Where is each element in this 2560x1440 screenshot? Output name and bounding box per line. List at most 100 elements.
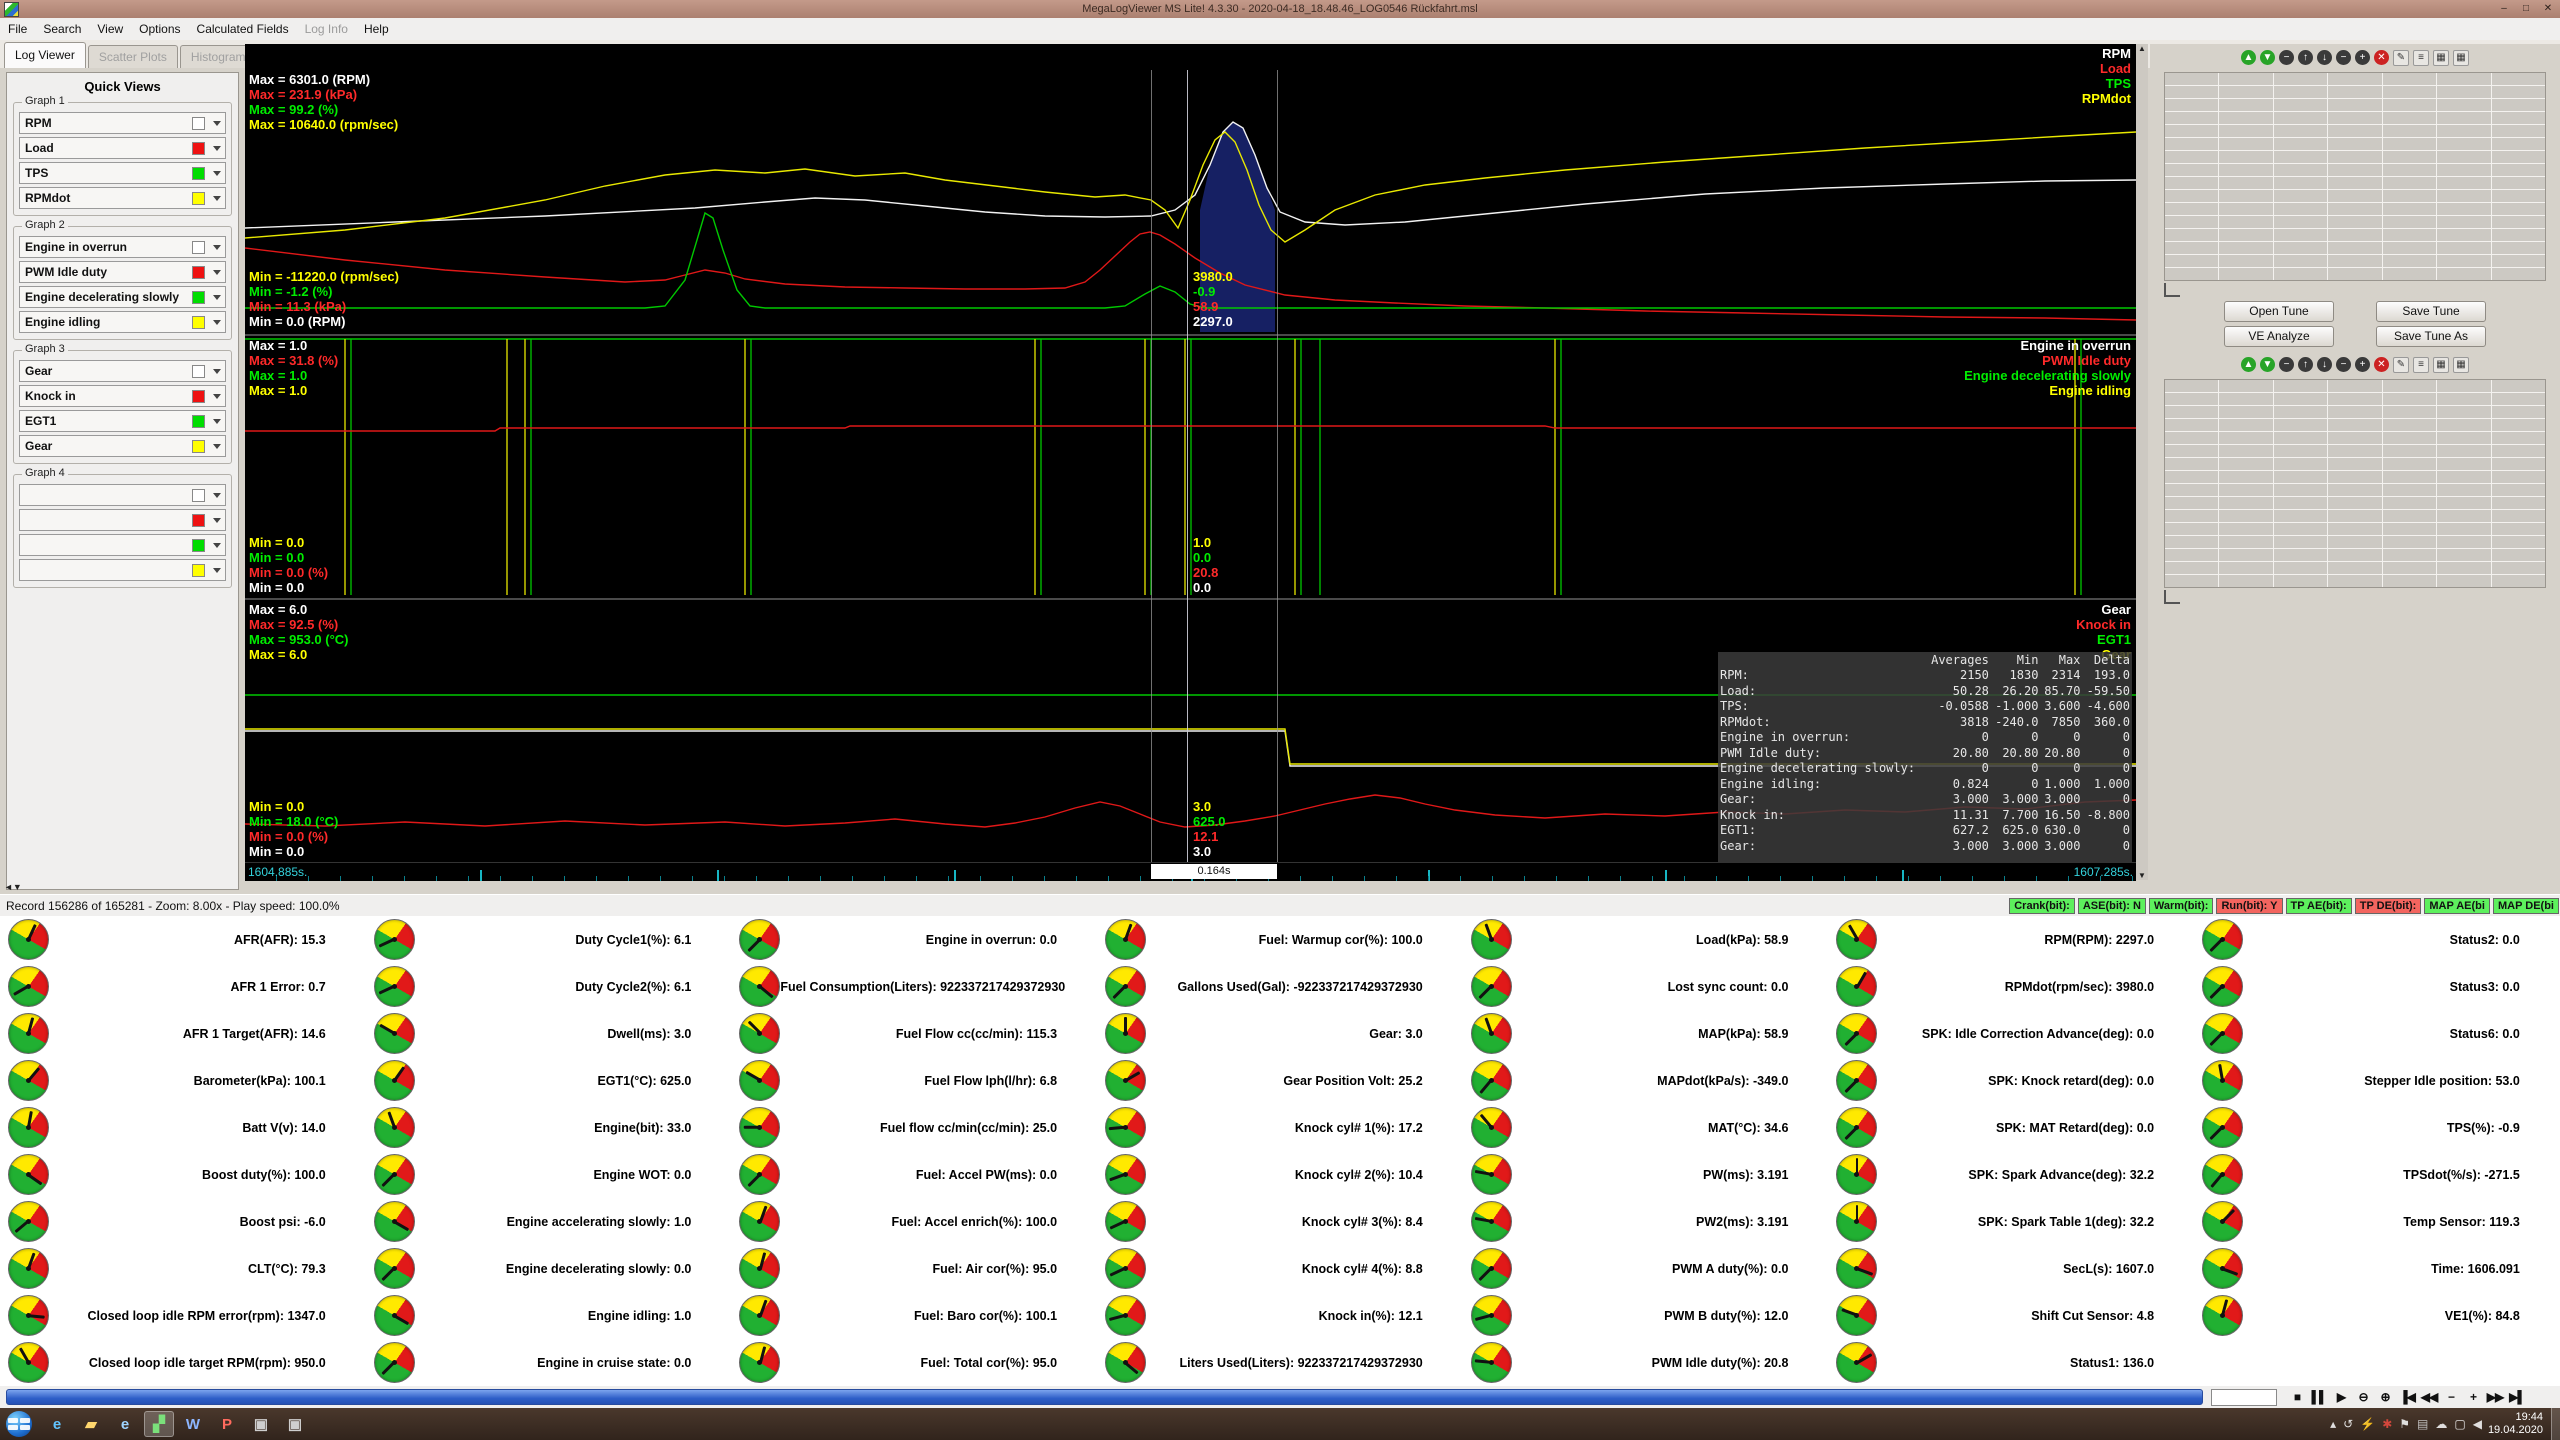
rewind-button[interactable]: ◀◀ xyxy=(2419,1388,2439,1406)
graph-2-plot[interactable] xyxy=(245,336,2136,598)
list-icon[interactable]: ≡ xyxy=(2413,357,2429,373)
table-2-icon[interactable]: ▦ xyxy=(2453,50,2469,66)
tray-thunderbolt-icon[interactable]: ⚡ xyxy=(2360,1417,2375,1431)
field-select-egt1[interactable]: EGT1 xyxy=(19,410,226,432)
tray-molecule-icon[interactable]: ✱ xyxy=(2382,1417,2392,1431)
scale-plus-icon[interactable]: + xyxy=(2355,50,2370,65)
color-swatch[interactable] xyxy=(192,117,205,130)
field-select-blank[interactable] xyxy=(19,484,226,506)
color-swatch[interactable] xyxy=(192,316,205,329)
field-select-blank[interactable] xyxy=(19,509,226,531)
chevron-down-icon[interactable] xyxy=(209,560,225,580)
taskbar-megalogviewer-icon[interactable]: ▞ xyxy=(144,1411,174,1437)
scroll-down-icon[interactable]: ▼ xyxy=(2138,871,2146,880)
color-swatch[interactable] xyxy=(192,390,205,403)
save-tune-button[interactable]: Save Tune xyxy=(2376,301,2486,322)
close-red-icon[interactable]: ✕ xyxy=(2374,50,2389,65)
tray-tray-expand-icon[interactable]: ▴ xyxy=(2330,1417,2336,1431)
color-swatch[interactable] xyxy=(192,514,205,527)
arrow-down-icon[interactable]: ↓ xyxy=(2317,357,2332,372)
taskbar-browser-icon[interactable]: e xyxy=(110,1411,140,1437)
taskbar-app-icon-2[interactable]: ▣ xyxy=(280,1411,310,1437)
save-tune-as-button[interactable]: Save Tune As xyxy=(2376,326,2486,347)
tray-network-icon[interactable]: ▢ xyxy=(2454,1417,2465,1431)
color-swatch[interactable] xyxy=(192,365,205,378)
table-icon[interactable]: ▦ xyxy=(2433,50,2449,66)
tab-scatter-plots[interactable]: Scatter Plots xyxy=(88,45,178,68)
skip-end-button[interactable]: ▶▌ xyxy=(2507,1388,2527,1406)
chevron-down-icon[interactable] xyxy=(209,262,225,282)
field-select-engine-idling[interactable]: Engine idling xyxy=(19,311,226,333)
color-swatch[interactable] xyxy=(192,241,205,254)
step-back-button[interactable]: − xyxy=(2441,1388,2461,1406)
graph-area[interactable]: Max = 6301.0 (RPM)Max = 231.9 (kPa)Max =… xyxy=(245,44,2136,880)
field-select-engine-in-overrun[interactable]: Engine in overrun xyxy=(19,236,226,258)
stop-button[interactable]: ■ xyxy=(2287,1388,2307,1406)
minus-icon[interactable]: − xyxy=(2279,50,2294,65)
timeline-cursor-box[interactable]: 0.164s xyxy=(1151,864,1277,879)
color-swatch[interactable] xyxy=(192,291,205,304)
chevron-down-icon[interactable] xyxy=(209,361,225,381)
chevron-down-icon[interactable] xyxy=(209,312,225,332)
play-button[interactable]: ▶ xyxy=(2331,1388,2351,1406)
pencil-icon[interactable]: ✎ xyxy=(2393,50,2409,66)
graph-1-plot[interactable] xyxy=(245,70,2136,332)
chevron-down-icon[interactable] xyxy=(209,535,225,555)
graph-2[interactable]: Max = 1.0Max = 31.8 (%)Max = 1.0Max = 1.… xyxy=(245,334,2136,598)
color-swatch[interactable] xyxy=(192,489,205,502)
graph-1[interactable]: Max = 6301.0 (RPM)Max = 231.9 (kPa)Max =… xyxy=(245,44,2136,332)
chevron-down-icon[interactable] xyxy=(209,436,225,456)
ve-analyze-button[interactable]: VE Analyze xyxy=(2224,326,2334,347)
arrow-up-icon[interactable]: ↑ xyxy=(2298,50,2313,65)
tray-sync-icon[interactable]: ↺ xyxy=(2343,1417,2353,1431)
color-swatch[interactable] xyxy=(192,415,205,428)
field-select-tps[interactable]: TPS xyxy=(19,162,226,184)
title-bar[interactable]: MegaLogViewer MS Lite! 4.3.30 - 2020-04-… xyxy=(0,0,2560,19)
increment-green-icon[interactable]: ▲ xyxy=(2241,357,2256,372)
tune-table-2[interactable] xyxy=(2164,379,2546,588)
field-select-gear[interactable]: Gear xyxy=(19,360,226,382)
taskbar-word-icon[interactable]: W xyxy=(178,1411,208,1437)
close-red-icon[interactable]: ✕ xyxy=(2374,357,2389,372)
table-icon[interactable]: ▦ xyxy=(2433,357,2449,373)
menu-log-info[interactable]: Log Info xyxy=(297,20,356,38)
step-forward-button[interactable]: + xyxy=(2463,1388,2483,1406)
start-button[interactable] xyxy=(6,1411,32,1437)
tray-cloud-icon[interactable]: ☁ xyxy=(2435,1417,2447,1431)
pencil-icon[interactable]: ✎ xyxy=(2393,357,2409,373)
tray-flag-icon[interactable]: ⚑ xyxy=(2399,1417,2410,1431)
field-select-gear[interactable]: Gear xyxy=(19,435,226,457)
chevron-down-icon[interactable] xyxy=(209,113,225,133)
graph-vertical-scrollbar[interactable]: ▲ ▼ xyxy=(2136,44,2148,880)
fast-forward-button[interactable]: ▶▶ xyxy=(2485,1388,2505,1406)
field-select-rpmdot[interactable]: RPMdot xyxy=(19,187,226,209)
scale-minus-icon[interactable]: − xyxy=(2336,357,2351,372)
field-select-blank[interactable] xyxy=(19,534,226,556)
timeline[interactable]: 1604.885s. 1607.285s. 0.164s xyxy=(245,862,2136,881)
taskbar-app-icon-1[interactable]: ▣ xyxy=(246,1411,276,1437)
splitter-arrows-icon[interactable]: ◄▼ xyxy=(4,882,22,892)
close-button[interactable]: ✕ xyxy=(2538,2,2558,16)
list-icon[interactable]: ≡ xyxy=(2413,50,2429,66)
open-tune-button[interactable]: Open Tune xyxy=(2224,301,2334,322)
field-select-pwm-idle-duty[interactable]: PWM Idle duty xyxy=(19,261,226,283)
increment-green-icon[interactable]: ▲ xyxy=(2241,50,2256,65)
taskbar-pdf-icon[interactable]: P xyxy=(212,1411,242,1437)
chevron-down-icon[interactable] xyxy=(209,386,225,406)
field-select-load[interactable]: Load xyxy=(19,137,226,159)
chevron-down-icon[interactable] xyxy=(209,485,225,505)
log-position-scrollbar[interactable] xyxy=(6,1389,2203,1405)
color-swatch[interactable] xyxy=(192,539,205,552)
chevron-down-icon[interactable] xyxy=(209,411,225,431)
field-select-engine-decelerating-slowly[interactable]: Engine decelerating slowly xyxy=(19,286,226,308)
arrow-up-icon[interactable]: ↑ xyxy=(2298,357,2313,372)
chevron-down-icon[interactable] xyxy=(209,163,225,183)
field-select-knock-in[interactable]: Knock in xyxy=(19,385,226,407)
taskbar-ie-icon[interactable]: e xyxy=(42,1411,72,1437)
table-2-icon[interactable]: ▦ xyxy=(2453,357,2469,373)
menu-calculated-fields[interactable]: Calculated Fields xyxy=(189,20,297,38)
zoom-in-button[interactable]: ⊕ xyxy=(2375,1388,2395,1406)
pause-button[interactable]: ▌▌ xyxy=(2309,1388,2329,1406)
tab-log-viewer[interactable]: Log Viewer xyxy=(4,42,86,68)
menu-view[interactable]: View xyxy=(89,20,131,38)
